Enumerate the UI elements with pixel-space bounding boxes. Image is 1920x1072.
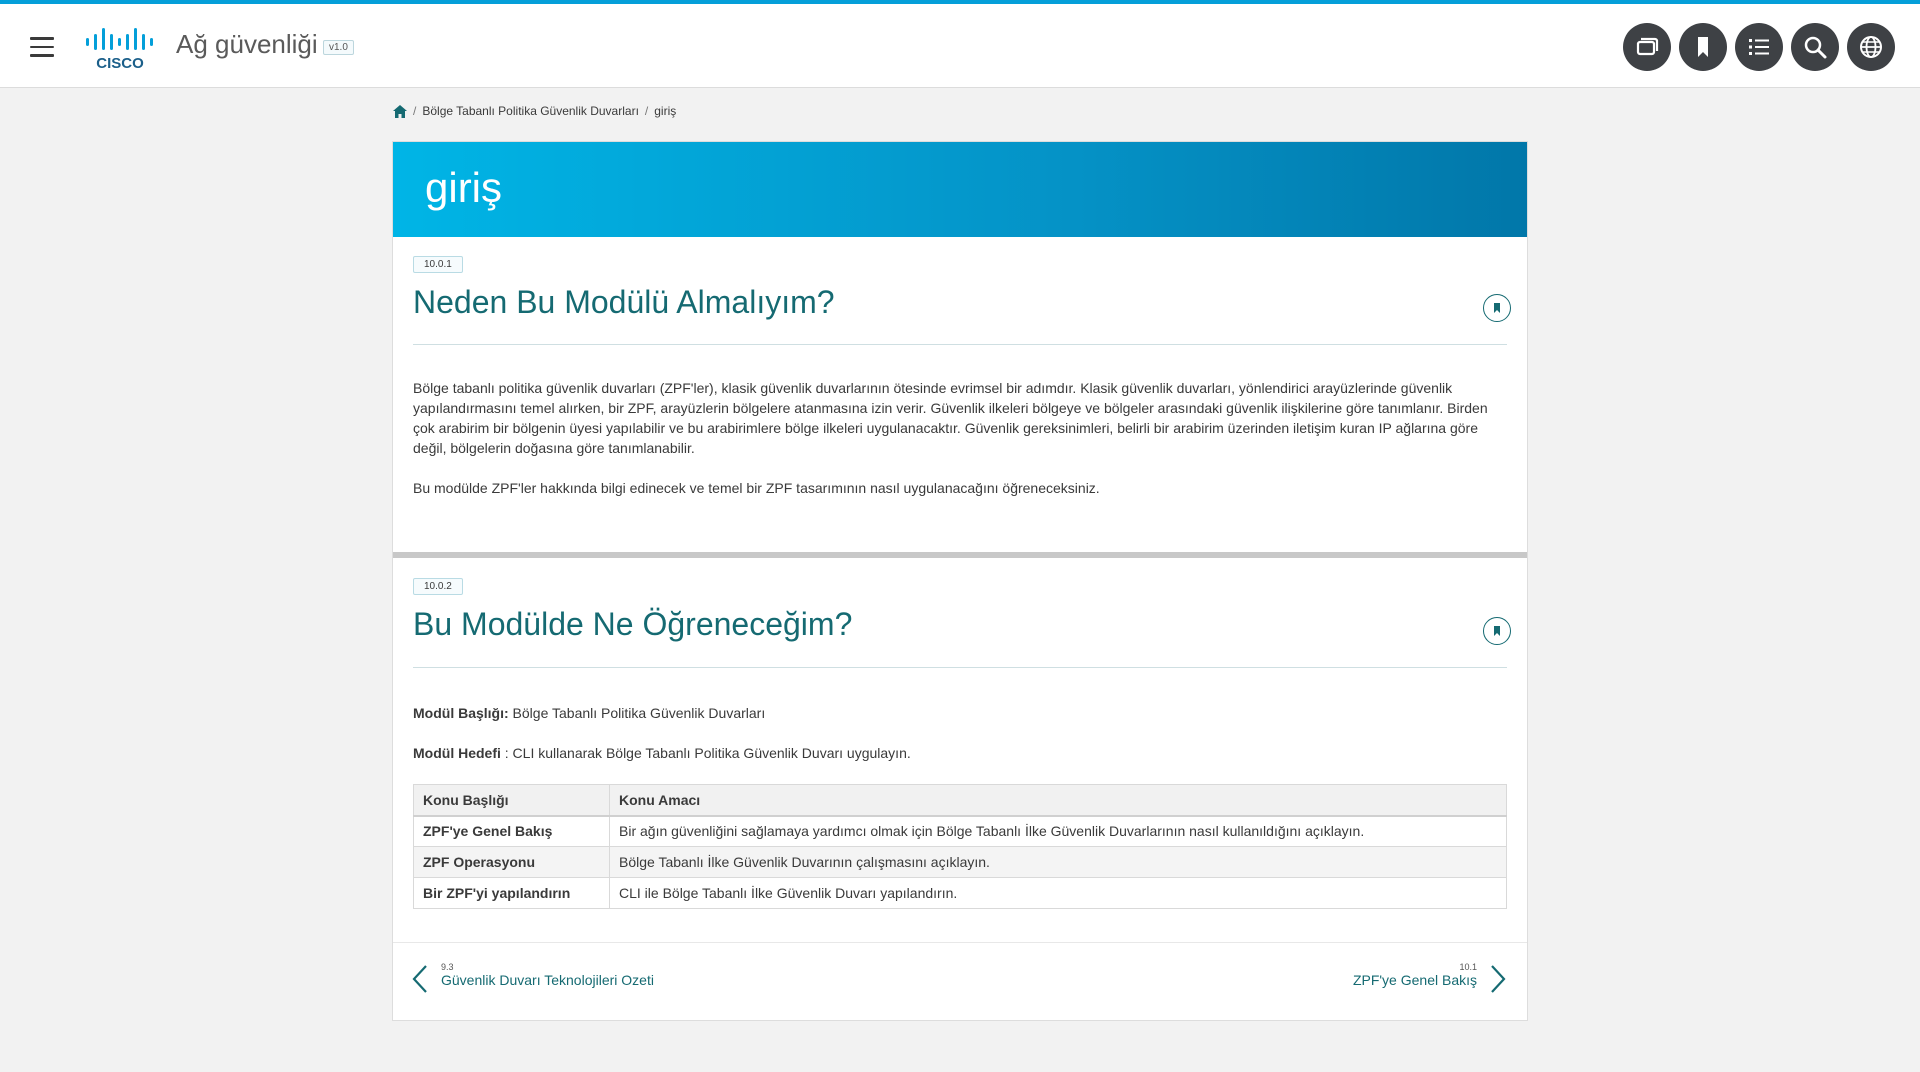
module-goal-label: Modül Hedefi bbox=[413, 745, 501, 761]
table-header-cell: Konu Başlığı bbox=[413, 784, 610, 817]
module-title-label: Modül Başlığı: bbox=[413, 705, 509, 721]
windows-button[interactable] bbox=[1623, 23, 1671, 71]
section-paragraph: Bölge tabanlı politika güvenlik duvarlar… bbox=[413, 380, 1488, 456]
table-cell-topic: ZPF'ye Genel Bakış bbox=[413, 815, 610, 847]
toc-button[interactable] bbox=[1735, 23, 1783, 71]
version-badge: v1.0 bbox=[323, 40, 354, 55]
breadcrumb-item-module[interactable]: Bölge Tabanlı Politika Güvenlik Duvarlar… bbox=[422, 104, 639, 118]
chevron-left-icon bbox=[412, 965, 427, 993]
prev-page-number: 9.3 bbox=[441, 962, 454, 972]
list-icon bbox=[1749, 39, 1769, 55]
table-cell-objective: Bölge Tabanlı İlke Güvenlik Duvarının ça… bbox=[609, 846, 1507, 878]
breadcrumb-separator: / bbox=[413, 104, 417, 118]
cisco-logo: CISCO bbox=[86, 24, 158, 72]
search-icon bbox=[1804, 36, 1827, 59]
language-button[interactable] bbox=[1847, 23, 1895, 71]
section-title-rule bbox=[413, 667, 1507, 668]
table-cell-objective: CLI ile Bölge Tabanlı İlke Güvenlik Duva… bbox=[609, 877, 1507, 909]
breadcrumb-item-current: giriş bbox=[654, 104, 677, 118]
next-page-label: ZPF'ye Genel Bakış bbox=[1352, 972, 1477, 988]
content-card: giriş 10.0.1 Neden Bu Modülü Almalıyım? … bbox=[392, 141, 1528, 1021]
module-title-value: Bölge Tabanlı Politika Güvenlik Duvarlar… bbox=[508, 705, 766, 721]
table-row: ZPF Operasyonu Bölge Tabanlı İlke Güvenl… bbox=[413, 846, 1507, 878]
module-goal-value: : CLI kullanarak Bölge Tabanlı Politika … bbox=[500, 745, 911, 761]
page-title: giriş bbox=[425, 164, 503, 211]
globe-icon bbox=[1860, 36, 1882, 58]
table-cell-topic: ZPF Operasyonu bbox=[413, 846, 610, 878]
next-page-link[interactable]: 10.1 ZPF'ye Genel Bakış bbox=[1273, 962, 1507, 996]
bookmarks-button[interactable] bbox=[1679, 23, 1727, 71]
section-number-badge: 10.0.2 bbox=[413, 578, 463, 595]
section-divider bbox=[393, 552, 1527, 558]
home-icon[interactable] bbox=[393, 104, 407, 118]
bookmark-icon bbox=[1494, 303, 1500, 313]
module-goal-line: Modül Hedefi : CLI kullanarak Bölge Taba… bbox=[413, 745, 911, 761]
table-row: ZPF'ye Genel Bakış Bir ağın güvenliğini … bbox=[413, 815, 1507, 847]
bookmark-icon bbox=[1494, 626, 1500, 636]
search-button[interactable] bbox=[1791, 23, 1839, 71]
page-nav-divider bbox=[393, 942, 1527, 943]
breadcrumb-separator: / bbox=[644, 104, 649, 118]
windows-icon bbox=[1636, 37, 1659, 56]
table-cell-objective: Bir ağın güvenliğini sağlamaya yardımcı … bbox=[609, 815, 1507, 847]
section-number-badge: 10.0.1 bbox=[413, 256, 463, 273]
page-banner: giriş bbox=[393, 142, 1527, 237]
module-title-line: Modül Başlığı: Bölge Tabanlı Politika Gü… bbox=[413, 705, 765, 721]
section-title-rule bbox=[413, 344, 1507, 345]
section-title: Bu Modülde Ne Öğreneceğim? bbox=[413, 606, 853, 642]
app-header: CISCO Ağ güvenliği v1.0 bbox=[0, 4, 1920, 88]
prev-page-label: Güvenlik Duvarı Teknolojileri Ozeti bbox=[441, 972, 654, 988]
app-title: Ağ güvenliği bbox=[176, 29, 318, 59]
section-bookmark-button[interactable] bbox=[1483, 294, 1511, 322]
svg-text:CISCO: CISCO bbox=[96, 55, 144, 70]
table-row: Bir ZPF'yi yapılandırın CLI ile Bölge Ta… bbox=[413, 877, 1507, 909]
breadcrumb: / Bölge Tabanlı Politika Güvenlik Duvarl… bbox=[393, 104, 676, 118]
bookmark-icon bbox=[1698, 37, 1708, 57]
table-header-cell: Konu Amacı bbox=[609, 784, 1507, 817]
section-title: Neden Bu Modülü Almalıyım? bbox=[413, 284, 835, 320]
chevron-right-icon bbox=[1491, 965, 1506, 993]
menu-icon[interactable] bbox=[30, 37, 54, 57]
section-paragraph: Bu modülde ZPF'ler hakkında bilgi edinec… bbox=[413, 480, 1100, 496]
section-bookmark-button[interactable] bbox=[1483, 617, 1511, 645]
next-page-number: 10.1 bbox=[1459, 962, 1477, 972]
table-header-row: Konu Başlığı Konu Amacı bbox=[413, 784, 1507, 817]
table-cell-topic: Bir ZPF'yi yapılandırın bbox=[413, 877, 610, 909]
topics-table: Konu Başlığı Konu Amacı ZPF'ye Genel Bak… bbox=[413, 784, 1507, 909]
